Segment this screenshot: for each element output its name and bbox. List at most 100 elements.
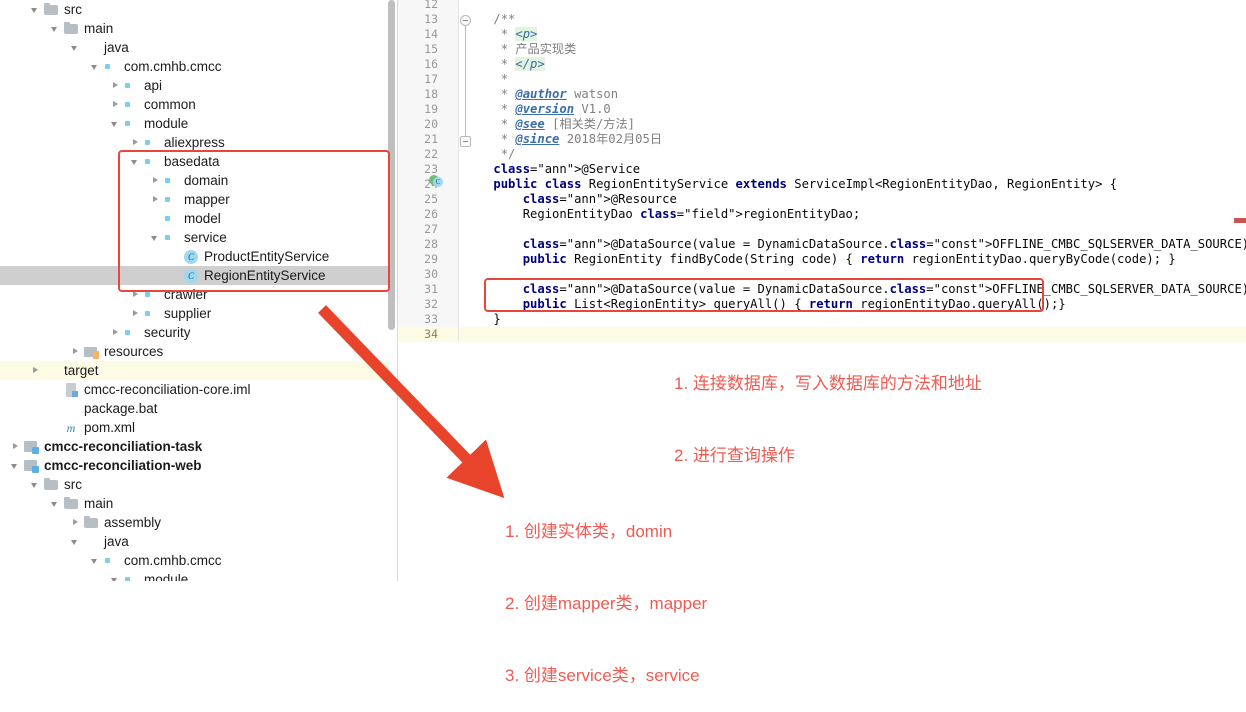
tree-row[interactable]: C RegionEntityService (0, 266, 389, 285)
tree-row-label: com.cmhb.cmcc (124, 59, 222, 74)
tree-row[interactable]: cmcc-reconciliation-task (0, 437, 389, 456)
tree-row[interactable]: mapper (0, 190, 389, 209)
tree-row[interactable]: C ProductEntityService (0, 247, 389, 266)
chevron-down-icon[interactable] (50, 498, 61, 509)
chevron-down-icon[interactable] (30, 479, 41, 490)
tree-row-label: module (144, 572, 189, 581)
chevron-right-icon[interactable] (110, 80, 121, 91)
chevron-down-icon[interactable] (70, 42, 81, 53)
code-line[interactable]: class="ann">@Resource (464, 192, 677, 207)
tree-row[interactable]: module (0, 114, 389, 133)
tree-row[interactable]: aliexpress (0, 133, 389, 152)
chevron-down-icon[interactable] (50, 23, 61, 34)
tree-row[interactable]: common (0, 95, 389, 114)
fold-region-end-icon[interactable] (460, 136, 471, 147)
chevron-right-icon[interactable] (70, 517, 81, 528)
code-line[interactable]: * @see [相关类/方法] (464, 117, 635, 132)
tree-row[interactable]: java (0, 532, 389, 551)
chevron-right-icon[interactable] (130, 289, 141, 300)
tree-row[interactable]: src (0, 0, 389, 19)
chevron-down-icon[interactable] (110, 118, 121, 129)
tree-row[interactable]: target (0, 361, 389, 380)
chevron-down-icon[interactable] (70, 536, 81, 547)
code-line[interactable]: public List<RegionEntity> queryAll() { r… (464, 297, 1066, 312)
tree-row[interactable]: service (0, 228, 389, 247)
tree-row-label: module (144, 116, 189, 131)
tree-row[interactable]: security (0, 323, 389, 342)
tree-row[interactable]: basedata (0, 152, 389, 171)
tree-row[interactable]: main (0, 494, 389, 513)
line-number: 31 (424, 282, 438, 296)
editor-gutter[interactable]: 1213141516171819202122232425262728293031… (398, 0, 458, 342)
tree-row-label: pom.xml (84, 420, 136, 435)
tree-row[interactable]: crawler (0, 285, 389, 304)
tree-row[interactable]: module (0, 570, 389, 581)
tree-row[interactable]: cmcc-reconciliation-web (0, 456, 389, 475)
tree-row-label: src (64, 2, 82, 17)
line-number: 13 (424, 12, 438, 26)
code-line[interactable]: * 产品实现类 (464, 42, 577, 57)
code-line[interactable]: * (464, 72, 508, 87)
code-line[interactable]: * @author watson (464, 87, 618, 102)
tree-row[interactable]: java (0, 38, 389, 57)
chevron-down-icon[interactable] (110, 574, 121, 581)
tree-row[interactable]: cmcc-reconciliation-core.iml (0, 380, 389, 399)
chevron-down-icon[interactable] (90, 61, 101, 72)
chevron-down-icon[interactable] (130, 156, 141, 167)
code-line[interactable]: class="ann">@DataSource(value = DynamicD… (464, 282, 1246, 297)
chevron-right-icon[interactable] (110, 99, 121, 110)
tree-row[interactable]: package.bat (0, 399, 389, 418)
module-icon (23, 459, 39, 473)
folder-icon (63, 496, 79, 511)
chevron-right-icon[interactable] (10, 441, 21, 452)
annotation-bottom-line-3: 3. 创建service类，service (505, 666, 700, 685)
code-line[interactable]: public class RegionEntityService extends… (464, 177, 1117, 192)
code-line[interactable]: * @since 2018年02月05日 (464, 132, 662, 147)
tree-row[interactable]: src (0, 475, 389, 494)
code-line[interactable]: */ (464, 147, 516, 162)
tree-row[interactable]: resources (0, 342, 389, 361)
code-line[interactable]: class="ann">@DataSource(value = DynamicD… (464, 237, 1246, 252)
code-line[interactable]: class="ann">@Service (464, 162, 640, 177)
code-line[interactable]: RegionEntityDao class="field">regionEnti… (464, 207, 861, 222)
chevron-right-icon[interactable] (130, 137, 141, 148)
chevron-right-icon[interactable] (150, 194, 161, 205)
tree-row[interactable]: main (0, 19, 389, 38)
fold-region-bar (465, 26, 466, 136)
chevron-right-icon[interactable] (70, 346, 81, 357)
project-tree-scrollbar[interactable] (388, 0, 395, 330)
chevron-right-icon[interactable] (30, 365, 41, 376)
code-line[interactable]: * <p> (464, 27, 538, 42)
tree-row[interactable]: m pom.xml (0, 418, 389, 437)
code-line[interactable]: * @version V1.0 (464, 102, 611, 117)
code-line[interactable]: /** (464, 12, 515, 27)
code-line[interactable]: public RegionEntity findByCode(String co… (464, 252, 1176, 267)
tree-row[interactable]: assembly (0, 513, 389, 532)
package-icon (103, 60, 119, 74)
chevron-right-icon[interactable] (130, 308, 141, 319)
chevron-down-icon[interactable] (10, 460, 21, 471)
chevron-down-icon[interactable] (90, 555, 101, 566)
code-line[interactable]: * </p> (464, 57, 545, 72)
package-icon (163, 212, 179, 226)
chevron-right-icon[interactable] (150, 175, 161, 186)
line-number: 25 (424, 192, 438, 206)
tree-row[interactable]: api (0, 76, 389, 95)
project-tree-panel[interactable]: src main java com.cmhb.cmcc api common module a… (0, 0, 389, 581)
chevron-down-icon[interactable] (30, 4, 41, 15)
annotation-bottom-note: 1. 创建实体类，domin 2. 创建mapper类，mapper 3. 创建… (505, 472, 707, 712)
tree-row[interactable]: domain (0, 171, 389, 190)
class-gutter-marker-icon[interactable]: C (429, 174, 443, 188)
code-line[interactable]: } (464, 312, 500, 327)
folder-icon (43, 477, 59, 492)
tree-row[interactable]: com.cmhb.cmcc (0, 57, 389, 76)
chevron-right-icon[interactable] (110, 327, 121, 338)
tree-row[interactable]: model (0, 209, 389, 228)
fold-collapse-icon[interactable] (460, 15, 471, 26)
tree-row[interactable]: com.cmhb.cmcc (0, 551, 389, 570)
chevron-down-icon[interactable] (150, 232, 161, 243)
package-icon (143, 307, 159, 321)
tree-row[interactable]: supplier (0, 304, 389, 323)
